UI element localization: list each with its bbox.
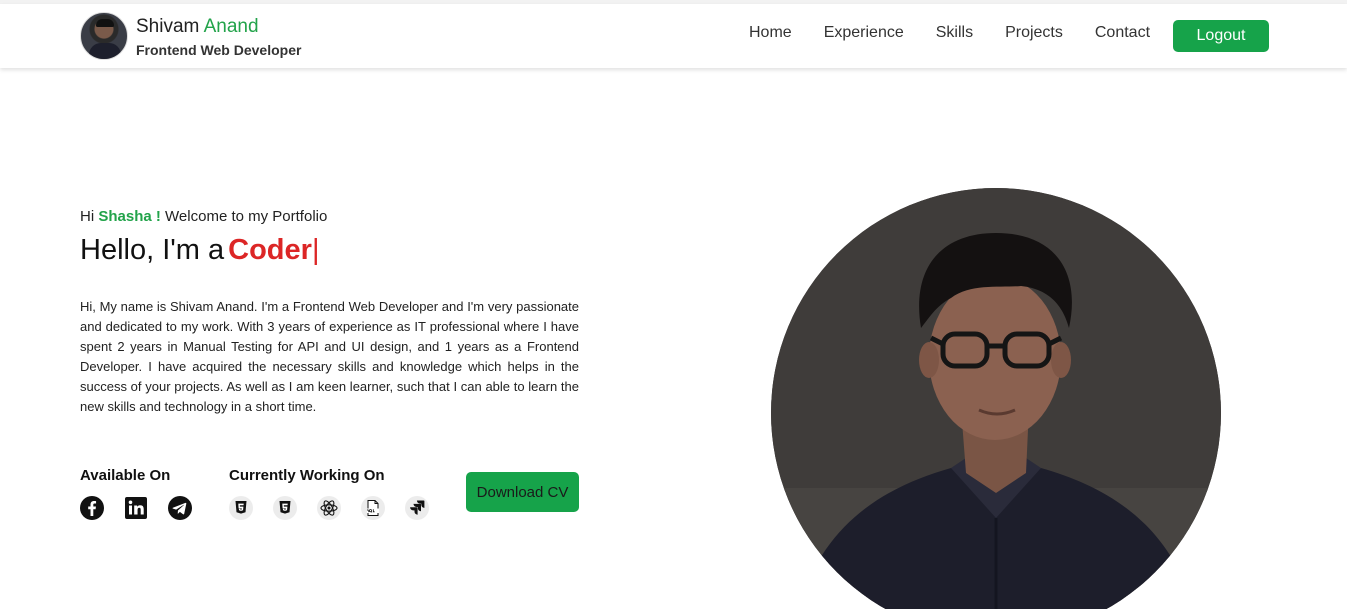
nav-projects[interactable]: Projects: [1005, 24, 1063, 42]
hero-heading: Hello, I'm a Coder|: [80, 234, 319, 267]
profile-photo-illustration: [771, 188, 1221, 609]
sql-icon: [361, 496, 385, 520]
working-on-title: Currently Working On: [229, 467, 385, 484]
tech-icons: [229, 496, 429, 520]
brand-last-name: Anand: [203, 16, 259, 37]
navbar: Shivam Anand Frontend Web Developer Home…: [0, 4, 1347, 68]
intro-paragraph: Hi, My name is Shivam Anand. I'm a Front…: [80, 299, 579, 414]
typing-caret: |: [311, 234, 320, 266]
available-on-title: Available On: [80, 467, 171, 484]
nav-links: Home Experience Skills Projects Contact: [749, 24, 1182, 42]
greeting-suffix: Welcome to my Portfolio: [165, 208, 328, 225]
brand-first-name: Shivam: [136, 16, 200, 37]
nav-home[interactable]: Home: [749, 24, 792, 42]
telegram-icon[interactable]: [168, 496, 192, 520]
react-icon: [317, 496, 341, 520]
facebook-icon[interactable]: [80, 496, 104, 520]
profile-photo: [771, 188, 1221, 609]
brand-name: Shivam Anand: [136, 16, 259, 38]
jira-icon: [405, 496, 429, 520]
visitor-name: Shasha !: [98, 208, 161, 225]
nav-contact[interactable]: Contact: [1095, 24, 1150, 42]
html5-icon: [229, 496, 253, 520]
avatar: [80, 12, 128, 60]
greeting-prefix: Hi: [80, 208, 95, 225]
nav-experience[interactable]: Experience: [824, 24, 904, 42]
brand-subtitle: Frontend Web Developer: [136, 42, 302, 58]
linkedin-icon[interactable]: [124, 496, 148, 520]
social-icons: [80, 496, 192, 520]
logout-button[interactable]: Logout: [1173, 20, 1269, 52]
css3-icon: [273, 496, 297, 520]
hero-heading-prefix: Hello, I'm a: [80, 234, 225, 266]
download-cv-button[interactable]: Download CV: [466, 472, 579, 512]
greeting: Hi Shasha ! Welcome to my Portfolio: [80, 208, 327, 225]
typed-role: Coder: [228, 234, 312, 266]
nav-skills[interactable]: Skills: [936, 24, 973, 42]
